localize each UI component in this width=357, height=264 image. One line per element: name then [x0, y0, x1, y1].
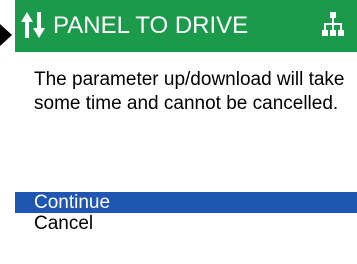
display-area: PANEL TO DRIVE The parameter up/download… [15, 0, 357, 264]
page-title: PANEL TO DRIVE [53, 12, 249, 39]
title-bar: PANEL TO DRIVE [15, 0, 357, 52]
dialog-message: The parameter up/download will take some… [34, 69, 345, 114]
transfer-arrows-icon [21, 12, 45, 38]
selection-pointer-icon [0, 24, 12, 46]
option-menu: Continue Cancel [15, 192, 357, 234]
network-icon [322, 12, 344, 36]
menu-item-cancel[interactable]: Cancel [15, 213, 357, 234]
menu-item-continue[interactable]: Continue [15, 192, 357, 213]
panel-screen: PANEL TO DRIVE The parameter up/download… [0, 0, 357, 264]
